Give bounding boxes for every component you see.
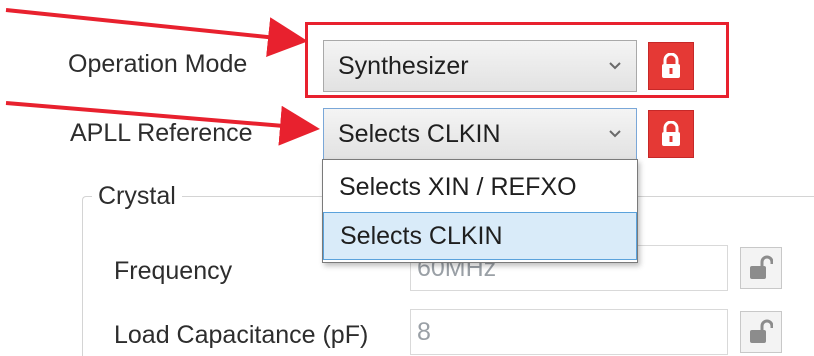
chevron-down-icon — [609, 130, 621, 138]
crystal-group-title: Crystal — [92, 182, 182, 211]
load-capacitance-value: 8 — [417, 317, 431, 346]
apll-reference-label: APLL Reference — [70, 119, 253, 147]
option-selects-xin-refxo[interactable]: Selects XIN / REFXO — [323, 164, 637, 210]
annotation-arrow-1-icon — [5, 8, 308, 58]
load-capacitance-unlock-button[interactable] — [740, 311, 782, 353]
operation-mode-highlight — [305, 22, 729, 98]
operation-mode-label: Operation Mode — [68, 50, 248, 78]
option-selects-clkin[interactable]: Selects CLKIN — [323, 212, 637, 260]
unlock-icon — [750, 255, 773, 279]
load-capacitance-label: Load Capacitance (pF) — [114, 321, 369, 349]
apll-reference-lock-button[interactable] — [648, 110, 694, 158]
load-capacitance-field[interactable]: 8 — [410, 309, 728, 355]
lock-icon — [662, 121, 680, 146]
frequency-label: Frequency — [114, 257, 233, 285]
unlock-icon — [750, 319, 773, 343]
apll-reference-options-list: Selects XIN / REFXO Selects CLKIN — [322, 159, 638, 263]
apll-reference-dropdown[interactable]: Selects CLKIN — [323, 108, 637, 160]
frequency-unlock-button[interactable] — [740, 247, 782, 289]
apll-reference-value: Selects CLKIN — [338, 119, 501, 148]
